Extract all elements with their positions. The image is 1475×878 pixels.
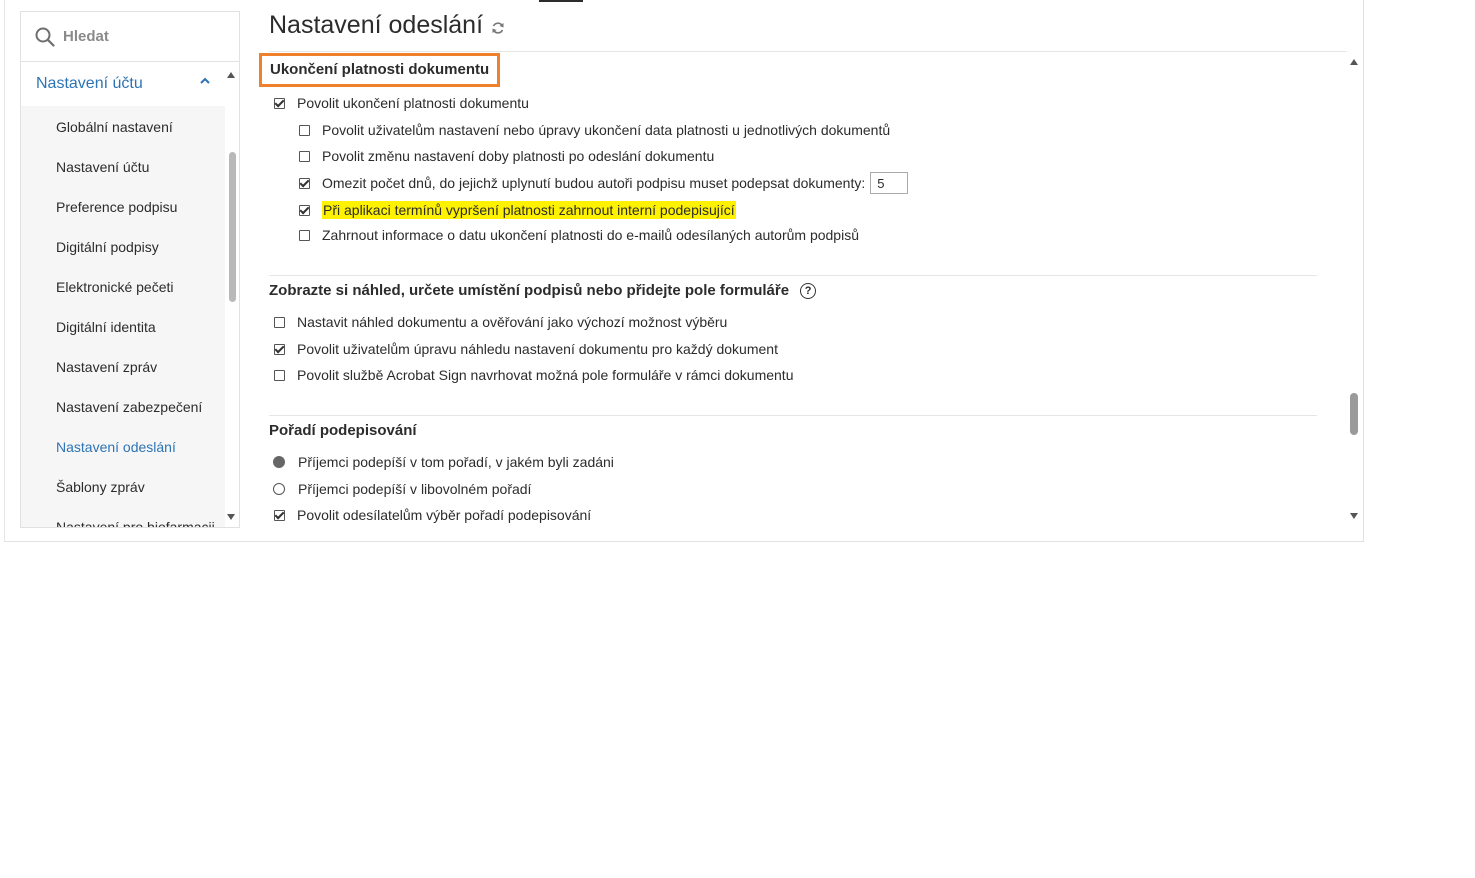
app-window: Hledat Nastavení účtu Globální nastavení… — [4, 0, 1364, 542]
option-label: Povolit službě Acrobat Sign navrhovat mo… — [297, 367, 794, 383]
search-box[interactable]: Hledat — [21, 12, 239, 62]
option-label: Povolit ukončení platnosti dokumentu — [297, 95, 529, 111]
sidebar-item-digital-identity[interactable]: Digitální identita — [56, 319, 156, 335]
title-divider — [269, 51, 1347, 52]
refresh-icon[interactable] — [491, 21, 505, 35]
option-label: Nastavit náhled dokumentu a ověřování ja… — [297, 314, 728, 330]
checkbox-icon[interactable] — [274, 316, 285, 328]
checkbox-suggest-form-fields[interactable]: Povolit službě Acrobat Sign navrhovat mo… — [274, 367, 793, 383]
section-title-expiration: Ukončení platnosti dokumentu — [259, 53, 501, 87]
scroll-down-icon[interactable] — [226, 513, 236, 521]
checkbox-include-expiration-in-emails[interactable]: Zahrnout informace o datu ukončení platn… — [299, 227, 859, 243]
section-divider — [269, 415, 1317, 416]
sidebar-item-security-settings[interactable]: Nastavení zabezpečení — [56, 399, 202, 415]
sidebar-item-account-settings[interactable]: Nastavení účtu — [56, 159, 149, 175]
sidebar-item-send-settings[interactable]: Nastavení odeslání — [56, 439, 176, 455]
section-title-preview: Zobrazte si náhled, určete umístění podp… — [269, 282, 817, 299]
scroll-up-icon[interactable] — [1349, 58, 1359, 66]
checkbox-allow-preview-edit[interactable]: Povolit uživatelům úpravu náhledu nastav… — [274, 341, 778, 357]
section-title-preview-text: Zobrazte si náhled, určete umístění podp… — [269, 282, 790, 299]
option-label: Povolit změnu nastavení doby platnosti p… — [322, 148, 715, 164]
sidebar-item-global-settings[interactable]: Globální nastavení — [56, 119, 173, 135]
sidebar-section-account-settings[interactable]: Nastavení účtu — [21, 62, 239, 115]
checkbox-icon[interactable] — [299, 229, 310, 241]
option-label: Příjemci podepíší v tom pořadí, v jakém … — [298, 454, 614, 470]
checkbox-icon[interactable] — [299, 150, 310, 162]
option-label: Omezit počet dnů, do jejichž uplynutí bu… — [322, 175, 866, 191]
option-label: Povolit uživatelům nastavení nebo úpravy… — [322, 122, 891, 138]
sidebar-item-digital-signatures[interactable]: Digitální podpisy — [56, 239, 159, 255]
sidebar-item-signature-preferences[interactable]: Preference podpisu — [56, 199, 177, 215]
option-label: Zahrnout informace o datu ukončení platn… — [322, 227, 859, 243]
days-input[interactable]: 5 — [870, 172, 909, 194]
search-placeholder[interactable]: Hledat — [63, 28, 109, 45]
sidebar-scroll-thumb[interactable] — [229, 152, 236, 302]
checkbox-icon[interactable] — [274, 97, 285, 109]
sidebar-item-message-settings[interactable]: Nastavení zpráv — [56, 359, 157, 375]
section-divider — [269, 275, 1317, 276]
checkbox-default-preview[interactable]: Nastavit náhled dokumentu a ověřování ja… — [274, 314, 727, 330]
checkbox-icon[interactable] — [274, 343, 285, 355]
sidebar-items: Globální nastavení Nastavení účtu Prefer… — [21, 106, 225, 527]
radio-icon[interactable] — [273, 456, 285, 468]
checkbox-allow-user-expiration[interactable]: Povolit uživatelům nastavení nebo úpravy… — [299, 122, 890, 138]
page-title-text: Nastavení odeslání — [269, 11, 484, 39]
checkbox-icon[interactable] — [299, 177, 310, 189]
radio-order-any[interactable]: Příjemci podepíší v libovolném pořadí — [273, 481, 531, 497]
page-title: Nastavení odeslání — [269, 11, 505, 40]
chevron-up-icon[interactable] — [199, 76, 211, 86]
checkbox-allow-sender-order[interactable]: Povolit odesílatelům výběr pořadí podepi… — [274, 507, 591, 523]
scroll-up-icon[interactable] — [226, 71, 236, 79]
section-title-signing-order: Pořadí podepisování — [269, 422, 417, 439]
sidebar-section-label: Nastavení účtu — [36, 75, 143, 92]
sidebar-item-electronic-seals[interactable]: Elektronické pečeti — [56, 279, 174, 295]
option-label: Příjemci podepíší v libovolném pořadí — [298, 481, 532, 497]
checkbox-limit-days[interactable]: Omezit počet dnů, do jejichž uplynutí bu… — [299, 172, 909, 194]
checkbox-icon[interactable] — [274, 509, 285, 521]
option-label: Povolit uživatelům úpravu náhledu nastav… — [297, 341, 778, 357]
option-label: Povolit odesílatelům výběr pořadí podepi… — [297, 507, 592, 523]
checkbox-enable-expiration[interactable]: Povolit ukončení platnosti dokumentu — [274, 95, 529, 111]
main-scroll-thumb[interactable] — [1350, 393, 1358, 435]
checkbox-icon[interactable] — [274, 369, 285, 381]
search-icon — [35, 27, 55, 47]
checkbox-allow-change-after-send[interactable]: Povolit změnu nastavení doby platnosti p… — [299, 148, 714, 164]
checkbox-icon[interactable] — [299, 204, 310, 216]
sidebar-item-message-templates[interactable]: Šablony zpráv — [56, 479, 145, 495]
checkbox-icon[interactable] — [299, 124, 310, 136]
option-label: Při aplikaci termínů vypršení platnosti … — [322, 201, 736, 219]
radio-icon[interactable] — [273, 483, 285, 495]
radio-order-entered[interactable]: Příjemci podepíší v tom pořadí, v jakém … — [273, 454, 614, 470]
main-panel: Nastavení odeslání Ukončení platnosti do… — [259, 0, 1359, 540]
checkbox-include-internal-signers[interactable]: Při aplikaci termínů vypršení platnosti … — [299, 201, 736, 219]
scroll-down-icon[interactable] — [1349, 512, 1359, 520]
sidebar-item-biopharma-settings[interactable]: Nastavení pro biofarmacii — [56, 519, 215, 527]
help-icon[interactable]: ? — [800, 282, 817, 299]
sidebar: Hledat Nastavení účtu Globální nastavení… — [20, 11, 240, 528]
